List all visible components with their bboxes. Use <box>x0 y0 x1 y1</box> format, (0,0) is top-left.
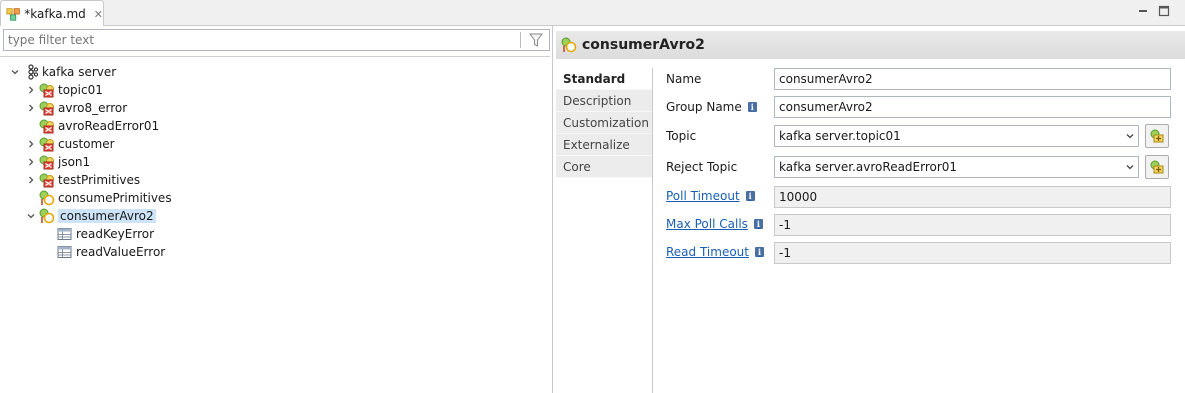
chevron-down-icon[interactable] <box>8 65 22 79</box>
table-icon <box>57 245 72 258</box>
consumer-icon <box>39 208 55 223</box>
tab-description[interactable]: Description <box>556 90 652 112</box>
chevron-down-icon[interactable] <box>1120 126 1138 146</box>
topic-select[interactable]: kafka server.topic01 <box>774 125 1139 147</box>
tree-node-topic01[interactable]: topic01 <box>24 81 103 98</box>
kafka-server-icon <box>28 63 39 80</box>
tree-node-label: customer <box>58 136 115 151</box>
tree-node-avroreaderror01[interactable]: avroReadError01 <box>38 117 159 134</box>
tree-node-label: testPrimitives <box>58 172 141 187</box>
group-name-label-text: Group Name <box>666 100 742 114</box>
tree-node-testprimitives[interactable]: testPrimitives <box>24 171 140 188</box>
object-picker-icon <box>1150 129 1164 143</box>
chevron-right-icon[interactable] <box>24 173 38 187</box>
poll-timeout-link[interactable]: Poll Timeout i <box>666 189 755 203</box>
kafka-model-icon <box>6 8 20 21</box>
group-name-field[interactable]: consumerAvro2 <box>774 96 1171 118</box>
topic-label: Topic <box>666 129 696 143</box>
info-icon[interactable]: i <box>755 247 764 257</box>
consumer-icon <box>39 190 55 205</box>
tree-node-label: avroReadError01 <box>58 118 160 133</box>
tree-node-readvalueerror[interactable]: readValueError <box>56 243 165 260</box>
poll-timeout-label-text: Poll Timeout <box>666 189 740 203</box>
filter-funnel-icon[interactable] <box>527 31 545 49</box>
tab-title: *kafka.md <box>24 7 86 21</box>
minimize-icon[interactable] <box>1137 5 1149 17</box>
properties-title: consumerAvro2 <box>582 37 705 53</box>
tree-node-json1[interactable]: json1 <box>24 153 90 170</box>
tree-node-label: readValueError <box>76 244 166 259</box>
topic-error-icon <box>39 101 54 115</box>
info-icon[interactable]: i <box>747 102 757 112</box>
consumer-icon <box>561 37 577 53</box>
filter-separator <box>520 32 521 48</box>
outline-pane: kafka server topic01 avro8_error avroRea… <box>0 26 553 393</box>
close-icon[interactable]: ✕ <box>94 8 103 21</box>
tab-core[interactable]: Core <box>556 156 652 178</box>
topic-picker-button[interactable] <box>1145 124 1169 148</box>
tab-kafka-md[interactable]: *kafka.md ✕ <box>0 0 104 27</box>
properties-header: consumerAvro2 <box>556 31 1185 59</box>
tab-externalize[interactable]: Externalize <box>556 134 652 156</box>
name-label-text: Name <box>666 72 702 86</box>
object-picker-icon <box>1150 160 1164 174</box>
max-poll-calls-label-text: Max Poll Calls <box>666 217 748 231</box>
tree-node-consumeravro2[interactable]: consumerAvro2 <box>24 207 156 224</box>
info-icon[interactable]: i <box>753 219 763 229</box>
chevron-right-icon[interactable] <box>24 137 38 151</box>
filter-box <box>3 29 550 51</box>
tab-standard[interactable]: Standard <box>556 68 652 90</box>
chevron-right-icon[interactable] <box>24 101 38 115</box>
reject-topic-label-text: Reject Topic <box>666 160 738 174</box>
tree-node-readkeyerror[interactable]: readKeyError <box>56 225 154 242</box>
model-tree: kafka server topic01 avro8_error avroRea… <box>0 56 550 392</box>
topic-error-icon <box>39 83 54 97</box>
max-poll-calls-link[interactable]: Max Poll Calls i <box>666 217 763 231</box>
name-field[interactable]: consumerAvro2 <box>774 68 1171 90</box>
tree-node-avro8-error[interactable]: avro8_error <box>24 99 127 116</box>
table-icon <box>57 227 72 240</box>
reject-topic-select[interactable]: kafka server.avroReadError01 <box>774 156 1139 178</box>
topic-label-text: Topic <box>666 129 697 143</box>
reject-topic-picker-button[interactable] <box>1145 155 1169 179</box>
tree-node-label: avro8_error <box>58 100 128 115</box>
topic-error-icon <box>39 137 54 151</box>
read-timeout-label-text: Read Timeout <box>666 245 749 259</box>
chevron-down-icon[interactable] <box>1120 157 1138 177</box>
topic-error-icon <box>39 155 54 169</box>
tree-node-customer[interactable]: customer <box>24 135 115 152</box>
topic-error-icon <box>39 173 54 187</box>
property-tabs: Standard Description Customization Exter… <box>556 68 653 393</box>
tab-customization[interactable]: Customization <box>556 112 652 134</box>
tree-node-consumeprimitives[interactable]: consumePrimitives <box>38 189 172 206</box>
max-poll-calls-field[interactable]: -1 <box>774 214 1171 236</box>
group-name-label: Group Name i <box>666 100 757 114</box>
topic-select-value: kafka server.topic01 <box>779 129 901 143</box>
tree-node-label: kafka server <box>42 64 117 79</box>
tree-node-label: readKeyError <box>76 226 155 241</box>
properties-pane: consumerAvro2 Standard Description Custo… <box>556 26 1185 393</box>
name-label: Name <box>666 72 701 86</box>
reject-topic-label: Reject Topic <box>666 160 737 174</box>
chevron-right-icon[interactable] <box>24 155 38 169</box>
maximize-icon[interactable] <box>1158 5 1170 17</box>
read-timeout-field[interactable]: -1 <box>774 242 1171 264</box>
tree-node-kafka-server[interactable]: kafka server <box>8 63 116 80</box>
editor-tab-bar: *kafka.md ✕ <box>0 0 1185 27</box>
chevron-right-icon[interactable] <box>24 83 38 97</box>
info-icon[interactable]: i <box>745 191 755 201</box>
filter-input[interactable] <box>4 30 520 50</box>
tree-node-label: json1 <box>58 154 91 169</box>
tree-node-label: consumePrimitives <box>58 190 172 205</box>
topic-error-icon <box>39 119 54 133</box>
chevron-down-icon[interactable] <box>24 209 38 223</box>
reject-topic-select-value: kafka server.avroReadError01 <box>779 160 958 174</box>
tree-node-label: topic01 <box>58 82 103 97</box>
poll-timeout-field[interactable]: 10000 <box>774 186 1171 208</box>
tree-node-label: consumerAvro2 <box>58 208 156 223</box>
read-timeout-link[interactable]: Read Timeout i <box>666 245 764 259</box>
